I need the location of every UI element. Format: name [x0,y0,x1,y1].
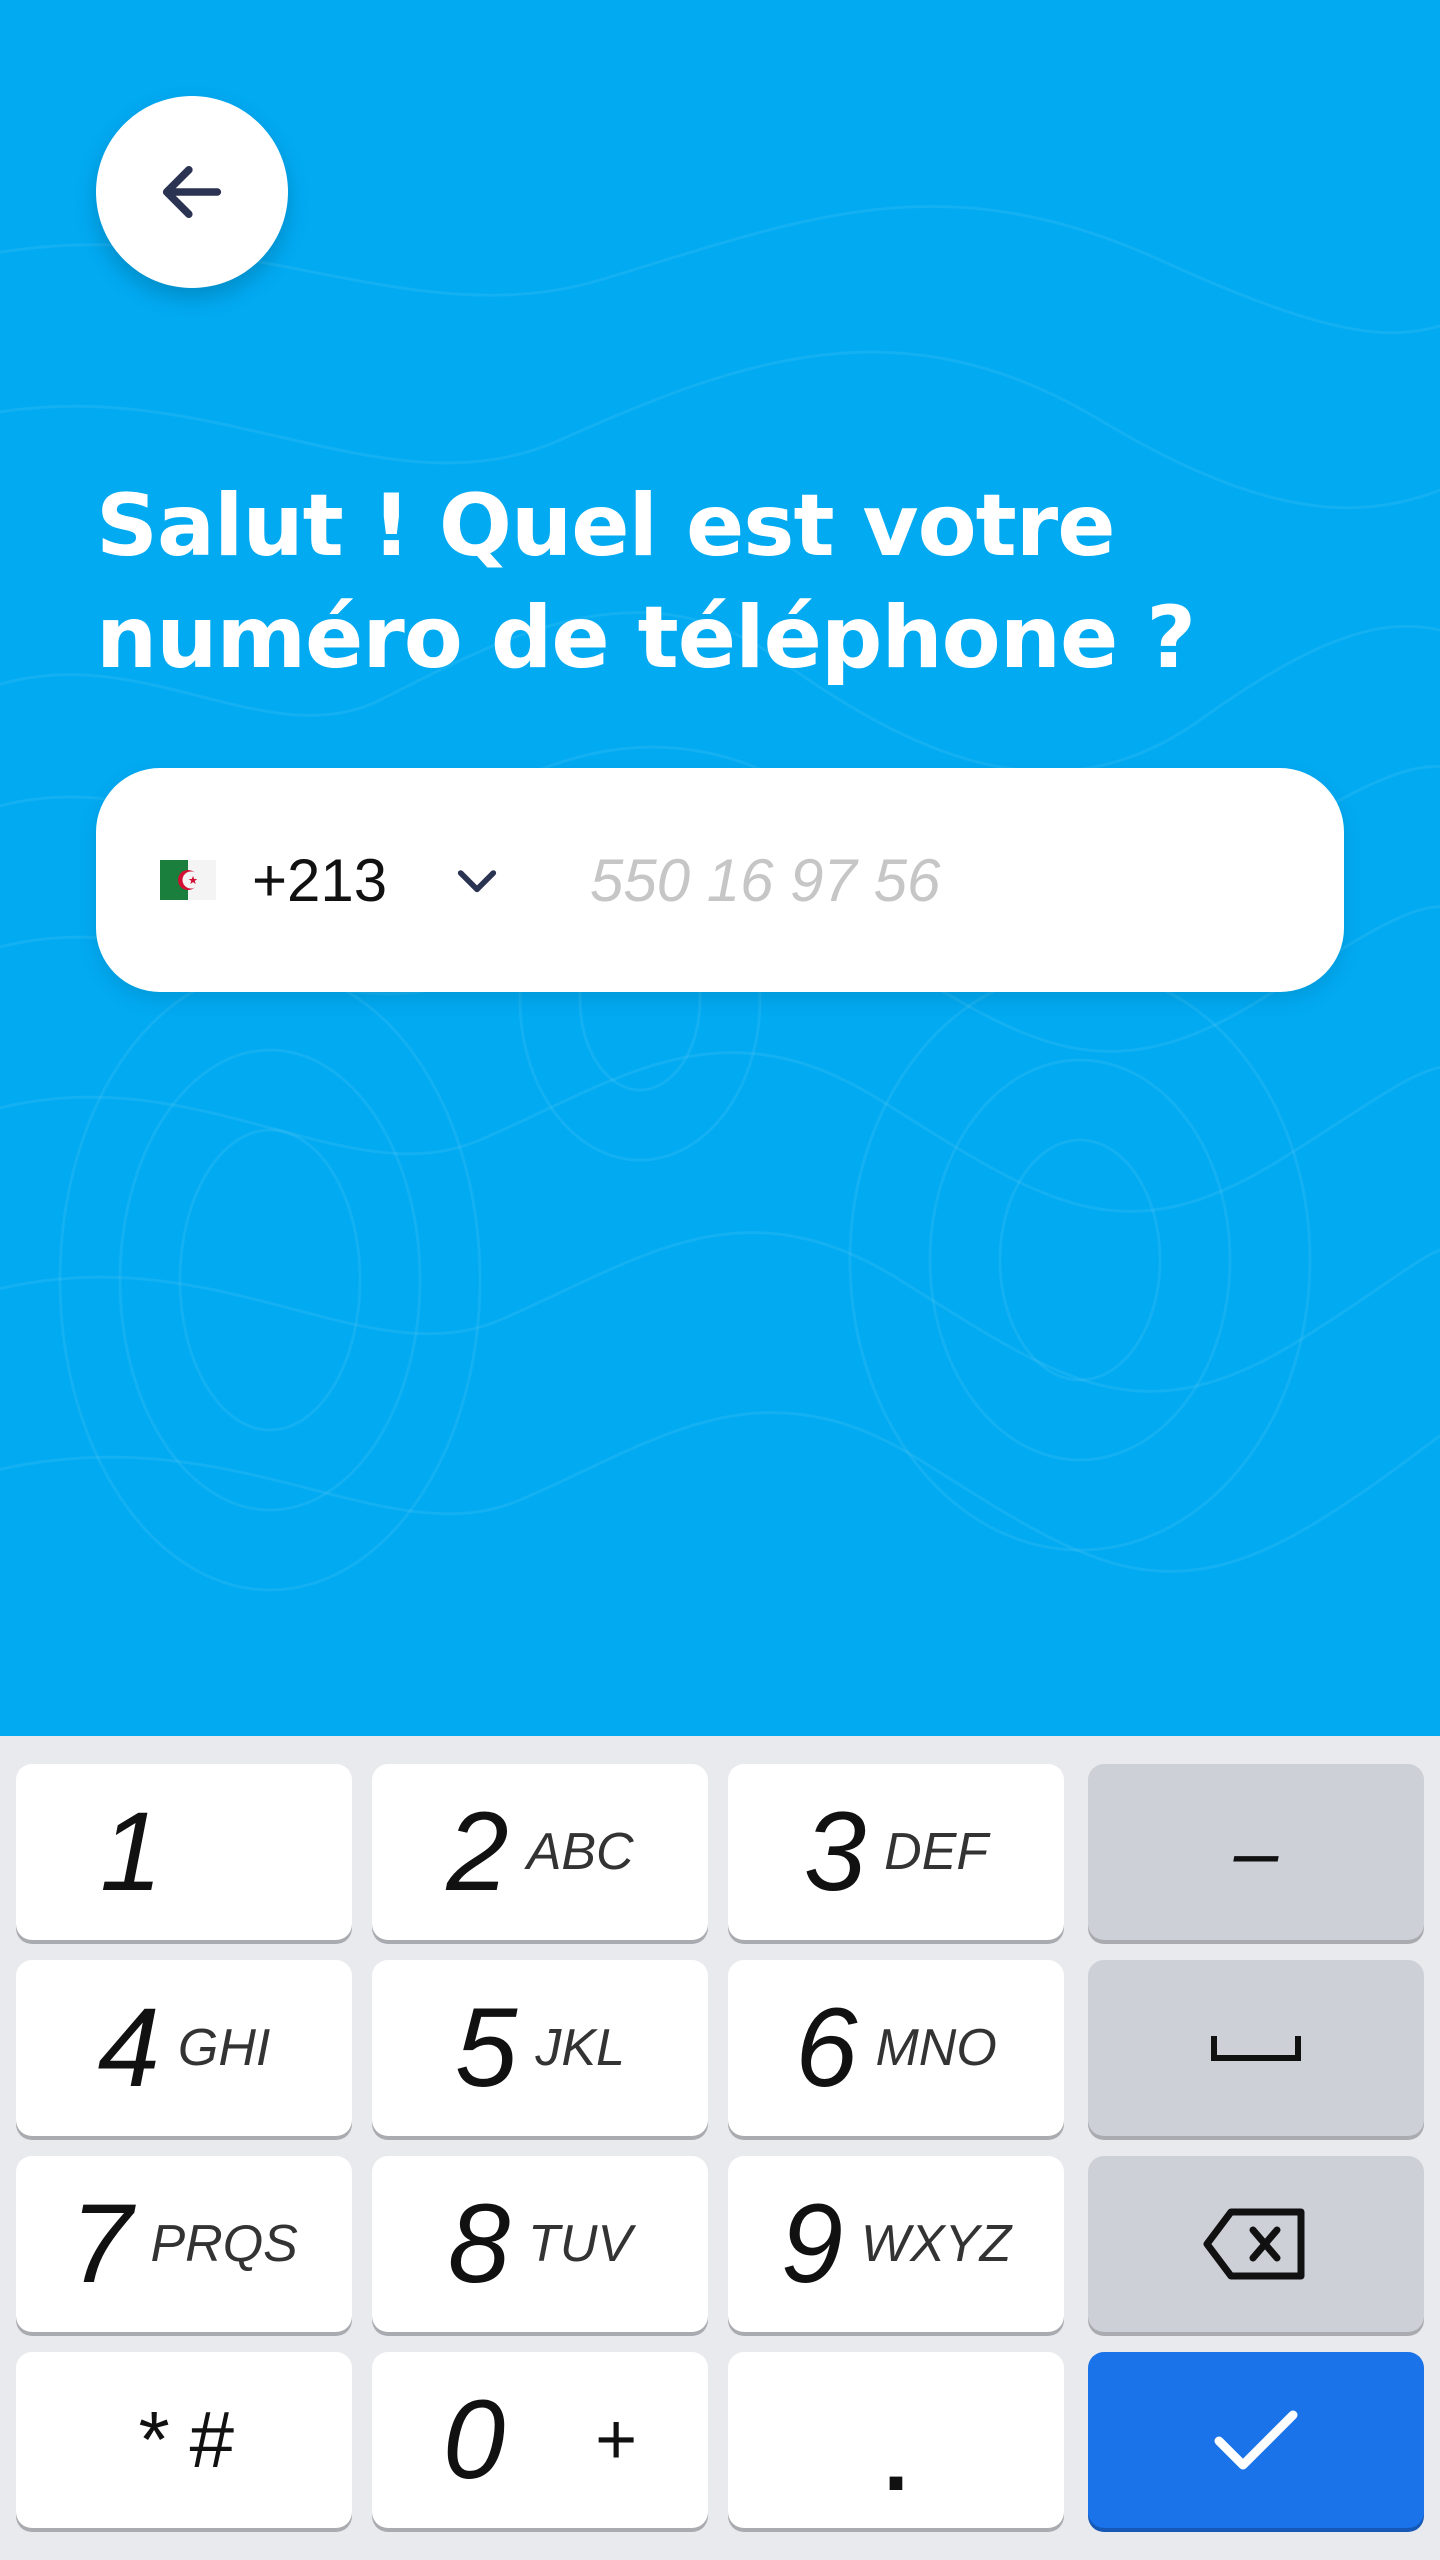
arrow-left-icon [162,166,222,218]
chevron-down-icon [458,870,497,893]
key-5[interactable]: 5 JKL [372,1960,708,2136]
key-digit: 7 [70,2181,133,2306]
key-3[interactable]: 3 DEF [728,1764,1064,1940]
backspace-key[interactable] [1088,2156,1424,2332]
minus-label: – [1233,1807,1279,1896]
key-digit: 1 [100,1789,163,1914]
dot-key[interactable]: . [728,2352,1064,2528]
dot-label: . [883,2409,909,2510]
page-title: Salut ! Quel est votre numéro de télépho… [96,476,1196,688]
phone-number-input[interactable] [590,820,1290,940]
phone-entry-screen: Salut ! Quel est votre numéro de télépho… [0,0,1440,2560]
key-letters: MNO [875,2019,997,2077]
key-digit: 2 [446,1789,509,1914]
key-1[interactable]: 1 [16,1764,352,1940]
key-digit: 9 [780,2181,844,2306]
key-digit: 3 [803,1789,867,1914]
key-0[interactable]: 0 + [372,2352,708,2528]
key-digit: 4 [97,1985,160,2110]
key-letters: TUV [528,2215,633,2273]
key-8[interactable]: 8 TUV [372,2156,708,2332]
symbols-key[interactable]: * # [16,2352,352,2528]
key-2[interactable]: 2 ABC [372,1764,708,1940]
key-4[interactable]: 4 GHI [16,1960,352,2136]
algeria-flag-icon [160,860,216,900]
key-letters: PRQS [150,2215,298,2273]
key-7[interactable]: 7 PRQS [16,2156,352,2332]
dial-code: +213 [252,846,388,914]
key-9[interactable]: 9 WXYZ [728,2156,1064,2332]
key-letters: JKL [535,2019,625,2077]
key-letters: GHI [177,2019,271,2077]
country-code-picker[interactable]: +213 [160,768,505,992]
key-digit: 8 [447,2181,511,2306]
backspace-icon [1203,2208,1305,2280]
back-button[interactable] [96,96,288,288]
key-letters: WXYZ [861,2215,1012,2273]
space-key[interactable] [1088,1960,1424,2136]
key-6[interactable]: 6 MNO [728,1960,1064,2136]
space-bar-icon [1211,2036,1301,2061]
numeric-keyboard: 1 2 ABC 3 DEF – 4 GHI 5 JKL 6 MNO 7 PRQS… [0,1736,1440,2560]
checkmark-icon [1214,2410,1298,2470]
key-letters: ABC [526,1823,634,1881]
symbols-label: * # [135,2395,233,2484]
minus-key[interactable]: – [1088,1764,1424,1940]
phone-number-field: +213 [96,768,1344,992]
key-digit: 6 [795,1985,858,2110]
key-digit: 0 [442,2377,506,2502]
key-digit: 5 [455,1985,518,2110]
key-letters: DEF [884,1823,989,1881]
confirm-key[interactable] [1088,2352,1424,2528]
key-plus: + [595,2400,638,2480]
